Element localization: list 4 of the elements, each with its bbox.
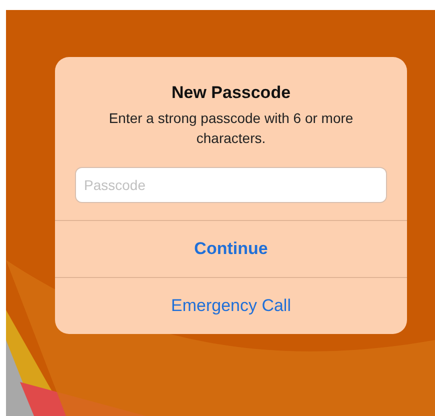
- action-button[interactable]: Continue: [55, 220, 407, 277]
- passcode-field[interactable]: Passcode: [75, 167, 387, 203]
- alert-message: Enter a strong passcode with 6 or more characters.: [108, 109, 354, 148]
- alert-title: New Passcode: [171, 82, 291, 104]
